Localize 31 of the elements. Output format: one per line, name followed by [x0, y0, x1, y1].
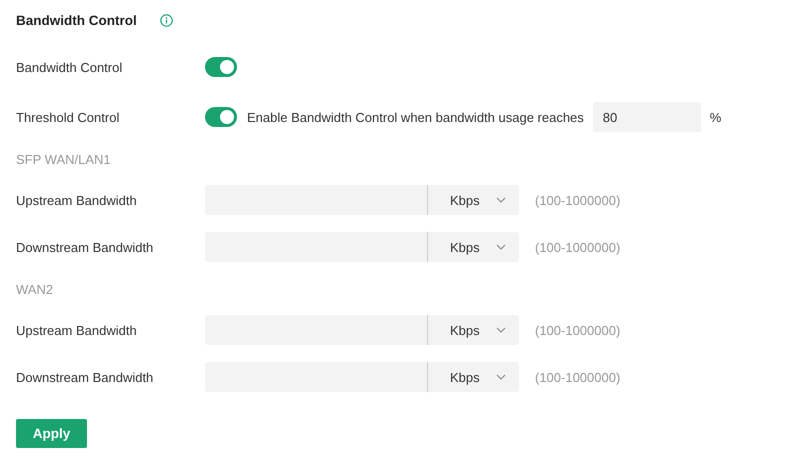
- input-field[interactable]: [205, 232, 428, 262]
- info-icon[interactable]: [160, 14, 173, 26]
- field-label: Downstream Bandwidth: [16, 240, 154, 254]
- field-label: Upstream Bandwidth: [16, 192, 138, 208]
- unit-dropdown[interactable]: Kbps: [428, 362, 519, 392]
- field-label: Upstream Bandwidth: [16, 322, 138, 338]
- input-field[interactable]: [205, 315, 428, 345]
- section-title: Bandwidth Control: [16, 12, 138, 28]
- unit-text: %: [710, 110, 722, 124]
- field-label: Threshold Control: [16, 110, 120, 124]
- chevron-down-icon: [496, 244, 506, 250]
- unit-dropdown[interactable]: Kbps: [428, 315, 519, 345]
- toggle-switch[interactable]: [205, 107, 237, 127]
- unit-dropdown[interactable]: Kbps: [428, 185, 519, 215]
- range-hint: (100-1000000): [535, 240, 620, 254]
- threshold-text: Enable Bandwidth Control when bandwidth usage reaches: [247, 110, 584, 124]
- chevron-down-icon: [496, 327, 506, 333]
- section-heading: SFP WAN/LAN1: [16, 152, 112, 168]
- input-field[interactable]: [205, 362, 428, 392]
- chevron-down-icon: [496, 374, 506, 380]
- field-label: Downstream Bandwidth: [16, 370, 154, 384]
- range-hint: (100-1000000): [535, 370, 620, 384]
- toggle-switch[interactable]: [205, 57, 237, 77]
- chevron-down-icon: [496, 197, 506, 203]
- field-label: Bandwidth Control: [16, 60, 124, 74]
- range-hint: (100-1000000): [535, 192, 620, 208]
- input-field[interactable]: [205, 185, 428, 215]
- section-heading: WAN2: [16, 282, 54, 298]
- range-hint: (100-1000000): [535, 322, 620, 338]
- threshold-field[interactable]: 80: [592, 102, 701, 132]
- unit-dropdown[interactable]: Kbps: [428, 232, 519, 262]
